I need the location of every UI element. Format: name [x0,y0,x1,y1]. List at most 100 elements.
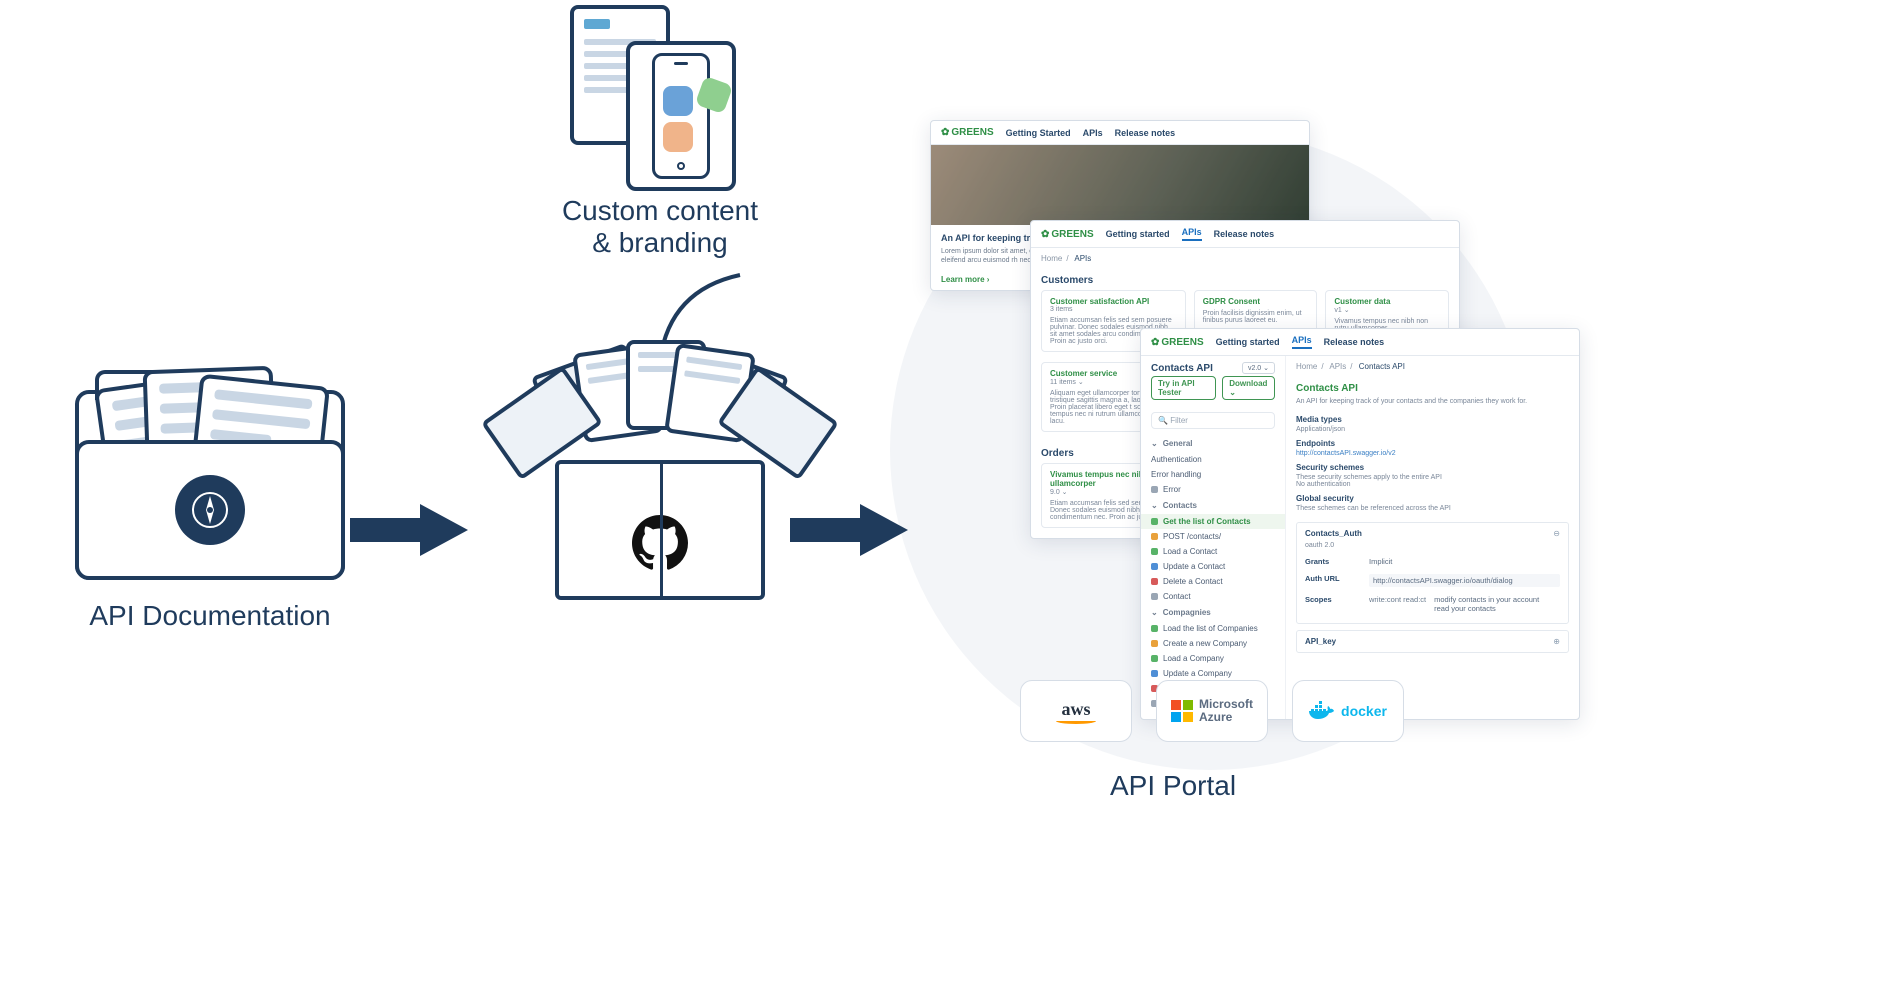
crumb-home[interactable]: Home [1296,362,1317,371]
sidebar-item[interactable]: Get the list of Contacts [1141,514,1285,529]
api-card-meta: 3 items [1050,306,1177,313]
microsoft-icon [1171,700,1193,722]
download-button[interactable]: Download ⌄ [1222,376,1275,400]
sidebar-item[interactable]: Authentication [1141,452,1285,467]
crumb-apis[interactable]: APIs [1329,362,1346,371]
section-customers: Customers [1041,275,1449,286]
custom-content-label-2: & branding [592,227,727,259]
aws-label: aws [1061,699,1090,719]
brand-name: GREENS [1051,229,1093,240]
azure-tile: Microsoft Azure [1156,680,1268,742]
scope-name: write:cont read:ct [1369,595,1426,613]
nav-apis[interactable]: APIs [1182,227,1202,241]
nav-getting-started[interactable]: Getting Started [1006,128,1071,138]
security-none: No authentication [1296,481,1569,488]
custom-content-stage: Custom content & branding [480,5,840,259]
api-portal-stage: ✿ GREENS Getting Started APIs Release no… [910,120,1550,660]
docker-tile: docker [1292,680,1404,742]
grants-key: Grants [1305,557,1359,566]
package-box-stage [470,370,850,600]
brand-logo: ✿ GREENS [1151,337,1204,348]
azure-label: Azure [1199,711,1253,724]
auth-scheme-name: Contacts_Auth [1305,529,1362,538]
nav-apis[interactable]: APIs [1083,128,1103,138]
authurl-key: Auth URL [1305,574,1359,587]
sidebar-item[interactable]: Contact [1141,589,1285,604]
aws-tile: aws [1020,680,1132,742]
version-selector[interactable]: v2.0 ⌄ [1242,362,1275,374]
hero-image [931,145,1309,225]
brand-name: GREENS [1161,337,1203,348]
api-card-title: Customer satisfaction API [1050,297,1177,306]
try-in-tester-button[interactable]: Try in API Tester [1151,376,1216,400]
folder-icon [75,370,345,580]
scope-desc: read your contacts [1434,604,1539,613]
brand-name: GREENS [951,127,993,138]
group-contacts[interactable]: ⌄ Contacts [1141,497,1285,514]
nav-release-notes[interactable]: Release notes [1214,229,1275,239]
filter-input[interactable]: 🔍 Filter [1151,412,1275,429]
api-card-title: Customer data [1334,297,1440,306]
endpoints-value: http://contactsAPI.swagger.io/v2 [1296,450,1569,457]
sidebar-item[interactable]: Create a new Company [1141,636,1285,651]
api-key-box[interactable]: API_key ⊕ [1296,630,1569,653]
api-card-meta: v1 ⌄ [1334,306,1440,314]
crumb-apis: APIs [1074,254,1091,263]
scopes-key: Scopes [1305,595,1359,613]
sidebar-item[interactable]: POST /contacts/ [1141,529,1285,544]
global-security-sub: These schemes can be referenced across t… [1296,505,1569,512]
api-documentation-label: API Documentation [89,600,330,632]
security-schemes-heading: Security schemes [1296,463,1569,472]
api-detail-title: Contacts API [1296,383,1569,394]
global-security-heading: Global security [1296,494,1569,503]
group-companies[interactable]: ⌄ Compagnies [1141,604,1285,621]
sidebar-item[interactable]: Update a Company [1141,666,1285,681]
collapse-icon[interactable]: ⊖ [1553,529,1560,538]
api-detail-desc: An API for keeping track of your contact… [1286,398,1579,405]
nav-release-notes[interactable]: Release notes [1115,128,1176,138]
arrow-right-icon [350,500,470,560]
authurl-value: http://contactsAPI.swagger.io/oauth/dial… [1369,574,1560,587]
endpoints-heading: Endpoints [1296,439,1569,448]
nav-apis[interactable]: APIs [1292,335,1312,349]
security-schemes-sub: These security schemes apply to the enti… [1296,474,1569,481]
arrow-right-icon [790,500,910,560]
sidebar-item[interactable]: Delete a Contact [1141,574,1285,589]
grants-value: Implicit [1369,557,1560,566]
nav-release-notes[interactable]: Release notes [1324,337,1385,347]
compass-icon [175,475,245,545]
api-portal-label: API Portal [1110,770,1236,802]
deploy-targets: aws Microsoft Azure docker [1020,680,1404,742]
brand-logo: ✿ GREENS [941,127,994,138]
docker-icon [1309,701,1335,721]
api-title: Contacts API [1151,363,1213,374]
nav-getting-started[interactable]: Getting started [1106,229,1170,239]
crumb-current: Contacts API [1359,362,1405,371]
docker-label: docker [1341,703,1387,719]
api-card-title: GDPR Consent [1203,297,1309,306]
custom-content-label-1: Custom content [562,195,758,227]
sidebar-item[interactable]: Error [1141,482,1285,497]
expand-icon[interactable]: ⊕ [1553,637,1560,646]
sidebar-item[interactable]: Load the list of Companies [1141,621,1285,636]
media-types-heading: Media types [1296,415,1569,424]
sidebar-item[interactable]: Error handling [1141,467,1285,482]
api-key-label: API_key [1305,637,1336,646]
api-documentation-stage: API Documentation [40,370,380,632]
sidebar-item[interactable]: Load a Company [1141,651,1285,666]
sidebar-item[interactable]: Update a Contact [1141,559,1285,574]
scope-desc: modify contacts in your account [1434,595,1539,604]
nav-getting-started[interactable]: Getting started [1216,337,1280,347]
sidebar-item[interactable]: Load a Contact [1141,544,1285,559]
open-box-icon [500,370,820,600]
github-icon [629,512,691,574]
group-general[interactable]: ⌄ General [1141,435,1285,452]
auth-scheme-box: Contacts_Auth ⊖ oauth 2.0 Grants Implicit… [1296,522,1569,624]
media-types-value: Application/json [1296,426,1569,433]
portal-api-detail-mock: ✿ GREENS Getting started APIs Release no… [1140,328,1580,720]
auth-type: oauth 2.0 [1305,542,1560,549]
crumb-home[interactable]: Home [1041,254,1062,263]
breadcrumb: Home/ APIs [1031,248,1459,269]
breadcrumb: Home/ APIs/ Contacts API [1286,356,1579,377]
api-sidebar: Contacts API v2.0 ⌄ Try in API Tester Do… [1141,356,1286,719]
